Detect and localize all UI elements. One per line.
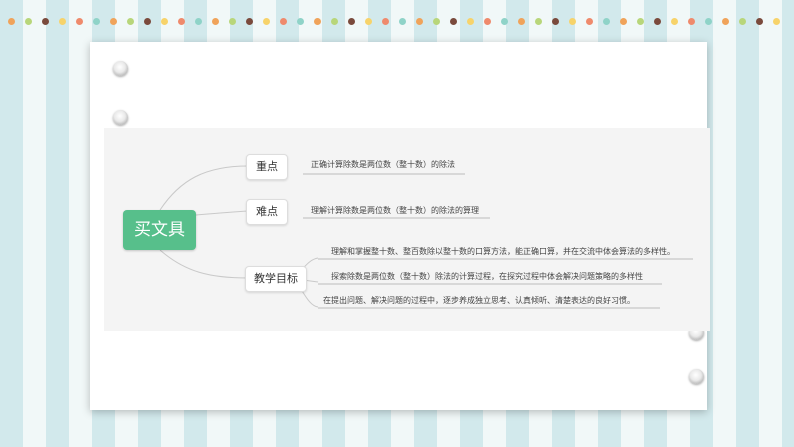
branch-key-points: 重点 [246,154,288,180]
branch-teaching-goals: 教学目标 [245,266,307,292]
leaf-text: 在提出问题、解决问题的过程中，逐步养成独立思考、认真倾听、清楚表达的良好习惯。 [323,296,635,305]
leaf-text: 正确计算除数是两位数（整十数）的除法 [311,160,455,169]
connector-line [159,165,249,211]
leaf-text: 理解和掌握整十数、整百数除以整十数的口算方法，能正确口算，并在交流中体会算法的多… [331,247,675,256]
mindmap-connectors [159,165,693,309]
connector-line [195,210,249,216]
leaf-text: 理解计算除数是两位数（整十数）的除法的算理 [311,206,479,215]
branch-difficult-points: 难点 [246,199,288,225]
connector-line [159,249,249,279]
leaf-text: 探索除数是两位数（整十数）除法的计算过程，在探究过程中体会解决问题策略的多样性 [331,272,643,281]
mindmap-root-node: 买文具 [123,210,196,250]
